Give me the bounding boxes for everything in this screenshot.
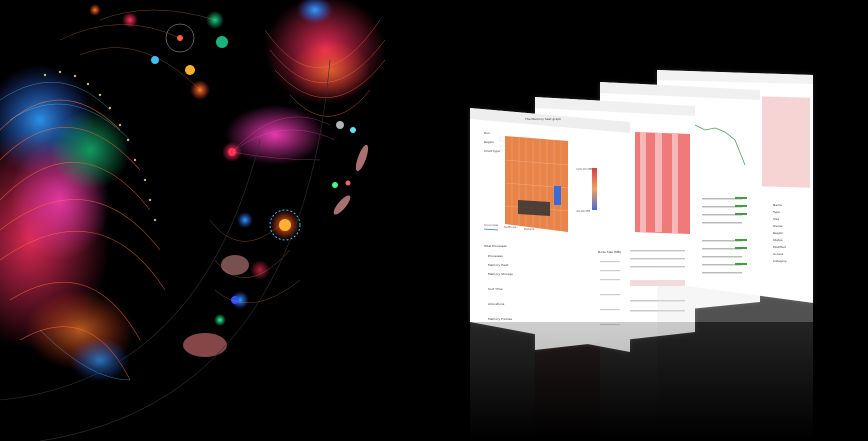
side-label: Modified: [773, 245, 786, 249]
side-label: Category: [773, 259, 787, 263]
form-label-region: Region: [484, 140, 494, 144]
table-row: Processes: [488, 254, 503, 258]
top-clusters: [59, 4, 228, 100]
heatmap-highlight: [554, 186, 561, 205]
tab-details[interactable]: Details: [524, 227, 535, 231]
side-label: Size: [773, 217, 779, 221]
top-right-cluster: [264, 0, 386, 117]
side-label: Type: [772, 210, 780, 214]
table-row: Allocations: [488, 302, 505, 306]
side-label: Access: [773, 252, 784, 256]
color-legend: [592, 168, 597, 210]
table-heading: Node Size (MB): [598, 250, 621, 254]
second-window-heatmap: [635, 132, 690, 234]
window-front[interactable]: Overview Settings Details Run Region Cha…: [470, 108, 630, 352]
side-label: Name: [773, 203, 782, 207]
table-row: Memory Frames: [488, 317, 513, 321]
form-label-run: Run: [484, 131, 490, 135]
table-row: Sort Time: [488, 287, 503, 291]
tab-overview[interactable]: Overview: [484, 223, 499, 227]
side-label: Status: [773, 238, 783, 242]
legend-min: 40.00 MB: [576, 209, 590, 213]
side-label: Region: [773, 231, 783, 235]
tab-settings[interactable]: Settings: [504, 225, 517, 229]
screen: Name Type Size Owner Region Status Modif…: [0, 0, 868, 441]
tooltip: [518, 200, 550, 216]
lower-cluster: [183, 209, 301, 357]
chart-title: The Memory heat graph: [524, 117, 561, 121]
table-row: Total Processes: [483, 244, 507, 248]
heatmap-area: [505, 136, 568, 232]
back-window-heatmap: [762, 96, 810, 188]
left-cluster: [0, 65, 166, 382]
form-label-chart-type: Chart type: [484, 149, 500, 153]
table-row: Memory Storage: [488, 272, 513, 276]
side-label: Owner: [773, 224, 784, 228]
window-stack: Name Type Size Owner Region Status Modif…: [440, 70, 868, 441]
legend-max: 120.00 MB: [576, 167, 592, 171]
network-visualization: [0, 0, 386, 441]
table-row: Memory Heat: [488, 263, 509, 267]
middle-cluster: [222, 105, 369, 215]
